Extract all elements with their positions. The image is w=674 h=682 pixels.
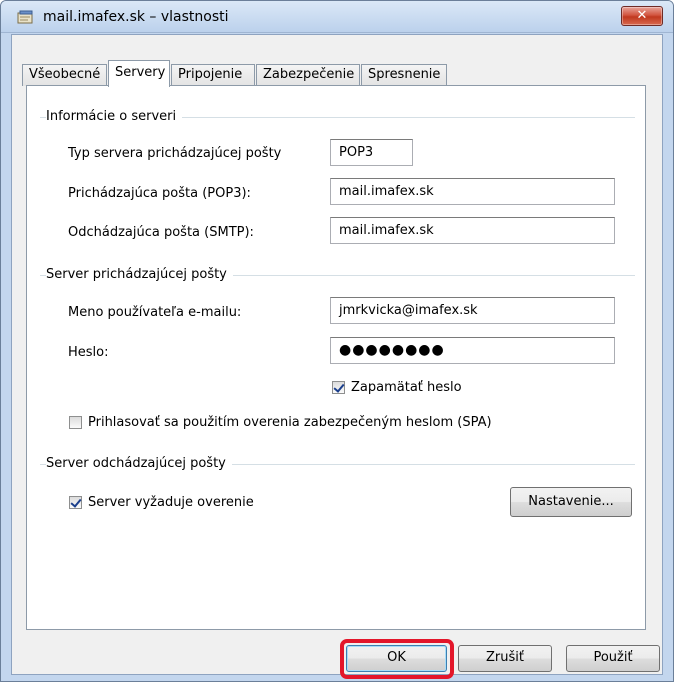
close-button[interactable]: ✕ [621, 6, 663, 26]
password-label: Heslo: [68, 345, 109, 360]
password-input[interactable]: ●●●●●●●● [330, 337, 615, 364]
title-bar[interactable]: mail.imafex.sk – vlastnosti ✕ [1, 1, 673, 33]
spa-checkbox[interactable] [69, 416, 82, 429]
tab-general[interactable]: Všeobecné [22, 64, 107, 86]
username-input[interactable]: jmrkvicka@imafex.sk [330, 297, 615, 324]
server-info-heading: Informácie o serveri [46, 109, 183, 124]
server-type-field: POP3 [330, 139, 413, 166]
username-label: Meno používateľa e-mailu: [68, 305, 242, 320]
tab-security[interactable]: Zabezpečenie [256, 64, 360, 86]
remember-password-label[interactable]: Zapamätať heslo [351, 380, 462, 395]
tab-label: Spresnenie [368, 67, 441, 82]
incoming-mail-label: Prichádzajúca pošta (POP3): [68, 186, 251, 201]
tab-label: Servery [115, 65, 166, 80]
tab-label: Zabezpečenie [263, 67, 355, 82]
server-type-label: Typ servera prichádzajúcej pošty [68, 146, 282, 161]
close-icon: ✕ [636, 8, 648, 23]
outgoing-mail-label: Odchádzajúca pošta (SMTP): [68, 225, 254, 240]
outgoing-mail-input[interactable]: mail.imafex.sk [330, 217, 615, 244]
mail-account-icon [17, 10, 33, 24]
outgoing-server-heading: Server odchádzajúcej pošty [46, 456, 232, 471]
cancel-button[interactable]: Zrušiť [458, 645, 552, 672]
spa-label[interactable]: Prihlasovať sa použitím overenia zabezpe… [88, 415, 492, 430]
incoming-mail-input[interactable]: mail.imafex.sk [330, 178, 615, 205]
tab-connection[interactable]: Pripojenie [171, 64, 255, 86]
apply-button[interactable]: Použiť [566, 645, 660, 672]
tab-servers[interactable]: Servery [108, 60, 170, 87]
incoming-server-heading: Server prichádzajúcej pošty [46, 267, 233, 282]
settings-button[interactable]: Nastavenie... [510, 487, 632, 517]
tab-label: Pripojenie [178, 67, 243, 82]
tab-label: Všeobecné [29, 67, 101, 82]
tab-advanced[interactable]: Spresnenie [361, 64, 447, 86]
requires-auth-checkbox[interactable] [69, 496, 82, 509]
ok-button-highlight [340, 639, 454, 679]
remember-password-checkbox[interactable] [332, 381, 345, 394]
window-title: mail.imafex.sk – vlastnosti [43, 9, 229, 25]
requires-auth-label[interactable]: Server vyžaduje overenie [88, 495, 254, 510]
